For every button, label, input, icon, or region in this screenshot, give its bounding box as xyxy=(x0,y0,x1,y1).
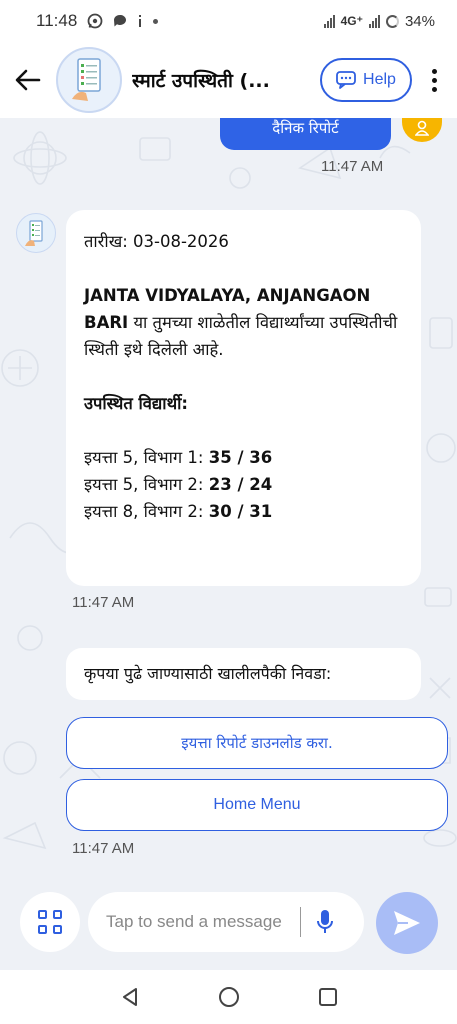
message-input-wrapper xyxy=(88,892,364,952)
back-button[interactable] xyxy=(8,60,48,100)
network-type: 4G⁺ xyxy=(340,14,363,28)
dot-icon xyxy=(153,18,159,24)
signal-icon xyxy=(323,14,335,28)
help-chat-icon xyxy=(336,71,356,89)
kebab-menu-icon[interactable] xyxy=(426,60,442,100)
report-timestamp: 11:47 AM xyxy=(72,594,135,611)
microphone-button[interactable] xyxy=(305,902,345,942)
nav-home-button[interactable] xyxy=(209,977,249,1017)
send-button[interactable] xyxy=(376,892,438,954)
nav-recents-button[interactable] xyxy=(308,977,348,1017)
attendance-row: इयत्ता 8, विभाग 2: 30 / 31 xyxy=(84,498,403,525)
nav-back-button[interactable] xyxy=(110,977,150,1017)
option-label: इयत्ता रिपोर्ट डाउनलोड करा. xyxy=(181,734,333,752)
status-time: 11:48 xyxy=(36,11,78,30)
nav-back-icon xyxy=(122,988,137,1006)
attendance-row-label: इयत्ता 5, विभाग 2: xyxy=(84,475,209,494)
status-right: 4G⁺ 34% xyxy=(323,12,435,30)
school-line-suffix: या तुमच्या शाळेतील विद्यार्थ्यांच्या उपस… xyxy=(84,313,398,359)
send-icon xyxy=(394,911,420,935)
attendance-logo-icon xyxy=(72,58,101,101)
help-label: Help xyxy=(363,71,396,88)
status-bar: 11:48 4G⁺ 34% xyxy=(0,0,457,42)
prompt-timestamp: 11:47 AM xyxy=(72,840,135,857)
present-students-heading: उपस्थित विद्यार्थी: xyxy=(84,394,189,413)
prompt-bubble: कृपया पुढे जाण्यासाठी खालीलपैकी निवडा: xyxy=(66,648,421,700)
menu-grid-icon xyxy=(38,910,62,934)
message-composer xyxy=(0,874,457,970)
attendance-row-label: इयत्ता 5, विभाग 1: xyxy=(84,448,209,467)
bot-avatar[interactable] xyxy=(56,47,122,113)
attendance-row-value: 23 / 24 xyxy=(208,475,273,494)
report-date: तारीख: 03-08-2026 xyxy=(84,232,229,251)
user-message-bubble: दैनिक रिपोर्ट xyxy=(220,118,391,150)
prompt-text: कृपया पुढे जाण्यासाठी खालीलपैकी निवडा: xyxy=(84,664,332,683)
attendance-report-bubble: तारीख: 03-08-2026 JANTA VIDYALAYA, ANJAN… xyxy=(66,210,421,586)
message-timestamp: 11:47 AM xyxy=(321,158,384,175)
chat-area[interactable]: दैनिक रिपोर्ट 11:47 AM तारीख: 03-08-2026… xyxy=(0,118,457,874)
chat-icon xyxy=(113,14,127,28)
message-input[interactable] xyxy=(106,912,292,932)
report-school-line: JANTA VIDYALAYA, ANJANGAON BARI या तुमच्… xyxy=(84,282,403,363)
battery-icon xyxy=(385,14,399,28)
attendance-row-label: इयत्ता 8, विभाग 2: xyxy=(84,502,209,521)
download-class-report-button[interactable]: इयत्ता रिपोर्ट डाउनलोड करा. xyxy=(66,717,448,769)
attendance-logo-icon xyxy=(25,220,43,246)
attendance-row: इयत्ता 5, विभाग 1: 35 / 36 xyxy=(84,444,403,471)
user-message-text: दैनिक रिपोर्ट xyxy=(272,119,339,137)
option-label: Home Menu xyxy=(213,796,301,813)
microphone-icon xyxy=(317,910,333,933)
help-button[interactable]: Help xyxy=(320,58,412,102)
user-icon xyxy=(415,120,429,136)
bot-message-avatar xyxy=(16,213,56,253)
home-menu-button[interactable]: Home Menu xyxy=(66,779,448,831)
attendance-row: इयत्ता 5, विभाग 2: 23 / 24 xyxy=(84,471,403,498)
app-header: स्मार्ट उपस्थिती (... Help xyxy=(0,42,457,118)
attendance-row-value: 30 / 31 xyxy=(208,502,273,521)
attendance-row-value: 35 / 36 xyxy=(208,448,273,467)
menu-grid-button[interactable] xyxy=(20,892,80,952)
input-divider xyxy=(300,907,301,937)
whatsapp-icon xyxy=(87,13,103,29)
nav-recents-icon xyxy=(318,988,337,1006)
nav-home-icon xyxy=(218,987,239,1007)
signal-icon-2 xyxy=(368,14,380,28)
battery-level: 34% xyxy=(404,12,435,30)
info-icon xyxy=(137,14,143,28)
system-nav-bar xyxy=(0,970,457,1024)
back-arrow-icon xyxy=(15,69,41,91)
chat-title[interactable]: स्मार्ट उपस्थिती (... xyxy=(132,67,308,93)
status-left: 11:48 xyxy=(36,11,159,31)
